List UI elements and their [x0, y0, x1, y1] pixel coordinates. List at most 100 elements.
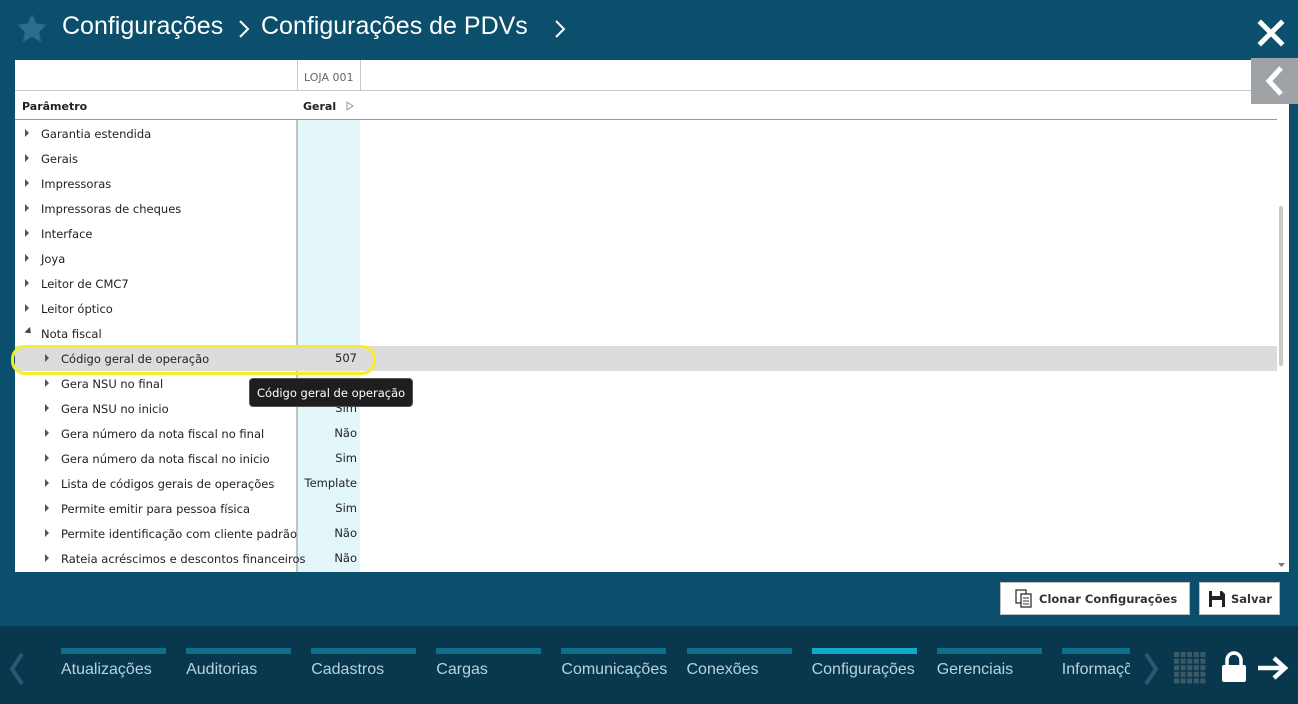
- nav-item-label: Cargas: [436, 661, 488, 678]
- table-row[interactable]: Gera NSU no finalNão: [15, 371, 1277, 396]
- divider: [15, 90, 1289, 91]
- parameter-value[interactable]: Sim: [297, 451, 357, 465]
- table-row[interactable]: Impressoras de cheques: [15, 196, 1277, 221]
- parameter-value[interactable]: Sim: [297, 501, 357, 515]
- expand-right-icon[interactable]: [25, 229, 29, 237]
- parameter-label: Impressoras de cheques: [41, 202, 182, 216]
- copy-icon: [1015, 589, 1032, 608]
- geral-column-header[interactable]: Geral: [303, 100, 336, 113]
- nav-item[interactable]: Cadastros: [311, 648, 417, 688]
- nav-item-label: Cadastros: [311, 661, 385, 678]
- nav-item-bar: [186, 648, 292, 654]
- save-button[interactable]: Salvar: [1199, 582, 1280, 615]
- expand-right-icon[interactable]: [45, 504, 49, 512]
- nav-item[interactable]: Conexões: [686, 648, 792, 688]
- expand-down-icon[interactable]: [24, 326, 34, 337]
- table-row[interactable]: Leitor de CMC7: [15, 271, 1277, 296]
- nav-next-icon[interactable]: [1140, 652, 1162, 686]
- parameter-column-header: Parâmetro: [22, 100, 88, 113]
- parameter-label: Gera número da nota fiscal no inicio: [61, 452, 270, 466]
- chevron-right-icon: [239, 20, 250, 38]
- expand-right-icon[interactable]: [45, 429, 49, 437]
- expand-right-icon[interactable]: [45, 479, 49, 487]
- table-row[interactable]: Gera número da nota fiscal no inicio Sim: [15, 446, 1277, 471]
- chevron-right-icon[interactable]: [553, 18, 567, 40]
- nav-item[interactable]: Gerenciais: [936, 648, 1042, 688]
- table-row[interactable]: Gera NSU no inicio Sim: [15, 396, 1277, 421]
- parameter-label: Permite identificação com cliente padrão: [61, 527, 297, 541]
- parameter-tree: Garantia estendida Gerais Impressoras Impre…: [15, 121, 1277, 571]
- parameter-label: Lista de códigos gerais de operações: [61, 477, 275, 491]
- expand-right-icon[interactable]: [25, 154, 29, 162]
- exit-arrow-icon[interactable]: [1256, 655, 1290, 681]
- nav-item-bar: [61, 648, 166, 654]
- table-row[interactable]: Gerais: [15, 146, 1277, 171]
- table-row[interactable]: Garantia estendida: [15, 121, 1277, 146]
- nav-item[interactable]: Informações: [1061, 648, 1130, 688]
- nav-item-label: Gerenciais: [936, 661, 1014, 678]
- table-row[interactable]: Nota fiscal: [15, 321, 1277, 346]
- lock-icon[interactable]: [1219, 650, 1249, 684]
- nav-item[interactable]: Comunicações: [561, 648, 667, 688]
- nav-item-bar: [561, 648, 667, 654]
- nav-item-bar: [1061, 648, 1130, 654]
- expand-right-icon[interactable]: [45, 379, 49, 387]
- config-panel: LOJA 001 Parâmetro Geral Garantia estend…: [15, 60, 1289, 572]
- expand-right-icon[interactable]: [25, 129, 29, 137]
- table-row[interactable]: Leitor óptico: [15, 296, 1277, 321]
- nav-item[interactable]: Atualizações: [61, 648, 166, 688]
- close-icon[interactable]: [1256, 18, 1286, 48]
- parameter-value[interactable]: 507: [297, 351, 357, 365]
- collapse-panel-button[interactable]: [1251, 58, 1298, 104]
- expand-right-icon[interactable]: [45, 354, 49, 362]
- tooltip: Código geral de operação: [249, 378, 414, 407]
- breadcrumb-configuracoes[interactable]: Configurações: [62, 12, 223, 41]
- star-icon[interactable]: [15, 12, 49, 46]
- expand-right-icon[interactable]: [25, 279, 29, 287]
- parameter-label: Leitor óptico: [41, 302, 113, 316]
- nav-item[interactable]: Cargas: [436, 648, 542, 688]
- table-row[interactable]: Lista de códigos gerais de operações Temp…: [15, 471, 1277, 496]
- parameter-value[interactable]: Não: [297, 426, 357, 440]
- parameter-label: Permite emitir para pessoa física: [61, 502, 250, 516]
- expand-right-icon[interactable]: [25, 179, 29, 187]
- grid-icon[interactable]: [1173, 651, 1207, 685]
- scrollbar[interactable]: [1279, 206, 1283, 366]
- table-row[interactable]: Interface: [15, 221, 1277, 246]
- parameter-value[interactable]: Template: [297, 476, 357, 490]
- clone-configurations-button[interactable]: Clonar Configurações: [1000, 582, 1190, 615]
- parameter-label: Código geral de operação: [61, 352, 210, 366]
- expand-right-icon[interactable]: [25, 304, 29, 312]
- page-title: Configurações de PDVs: [261, 12, 528, 40]
- table-row[interactable]: Rateia acréscimos e descontos financeiro…: [15, 546, 1277, 571]
- clone-configurations-label: Clonar Configurações: [1039, 592, 1178, 606]
- expand-right-icon[interactable]: [25, 254, 29, 262]
- expand-right-icon[interactable]: [45, 404, 49, 412]
- header: Configurações Configurações de PDVs: [0, 0, 1298, 60]
- parameter-label: Garantia estendida: [41, 127, 152, 141]
- table-row[interactable]: Impressoras: [15, 171, 1277, 196]
- expand-right-icon[interactable]: [45, 554, 49, 562]
- nav-item[interactable]: Auditorias: [186, 648, 292, 688]
- table-row[interactable]: Código geral de operação 507: [15, 346, 1277, 371]
- parameter-value[interactable]: Não: [297, 551, 357, 565]
- scroll-down-icon[interactable]: [1278, 562, 1285, 568]
- nav-item-bar: [436, 648, 542, 654]
- table-row[interactable]: Permite emitir para pessoa física Sim: [15, 496, 1277, 521]
- chevron-left-icon: [1265, 66, 1283, 96]
- parameter-label: Gera NSU no final: [61, 377, 164, 391]
- parameter-label: Impressoras: [41, 177, 112, 191]
- table-row[interactable]: Joya: [15, 246, 1277, 271]
- chevron-right-icon[interactable]: [346, 101, 354, 111]
- table-row[interactable]: Permite identificação com cliente padrão…: [15, 521, 1277, 546]
- parameter-label: Rateia acréscimos e descontos financeiro…: [61, 552, 306, 566]
- parameter-label: Gerais: [41, 152, 78, 166]
- expand-right-icon[interactable]: [45, 529, 49, 537]
- expand-right-icon[interactable]: [45, 454, 49, 462]
- parameter-value[interactable]: Não: [297, 526, 357, 540]
- save-label: Salvar: [1231, 592, 1272, 606]
- table-row[interactable]: Gera número da nota fiscal no final Não: [15, 421, 1277, 446]
- nav-item-bar: [686, 648, 792, 654]
- expand-right-icon[interactable]: [25, 204, 29, 212]
- nav-item[interactable]: Configurações: [811, 648, 917, 688]
